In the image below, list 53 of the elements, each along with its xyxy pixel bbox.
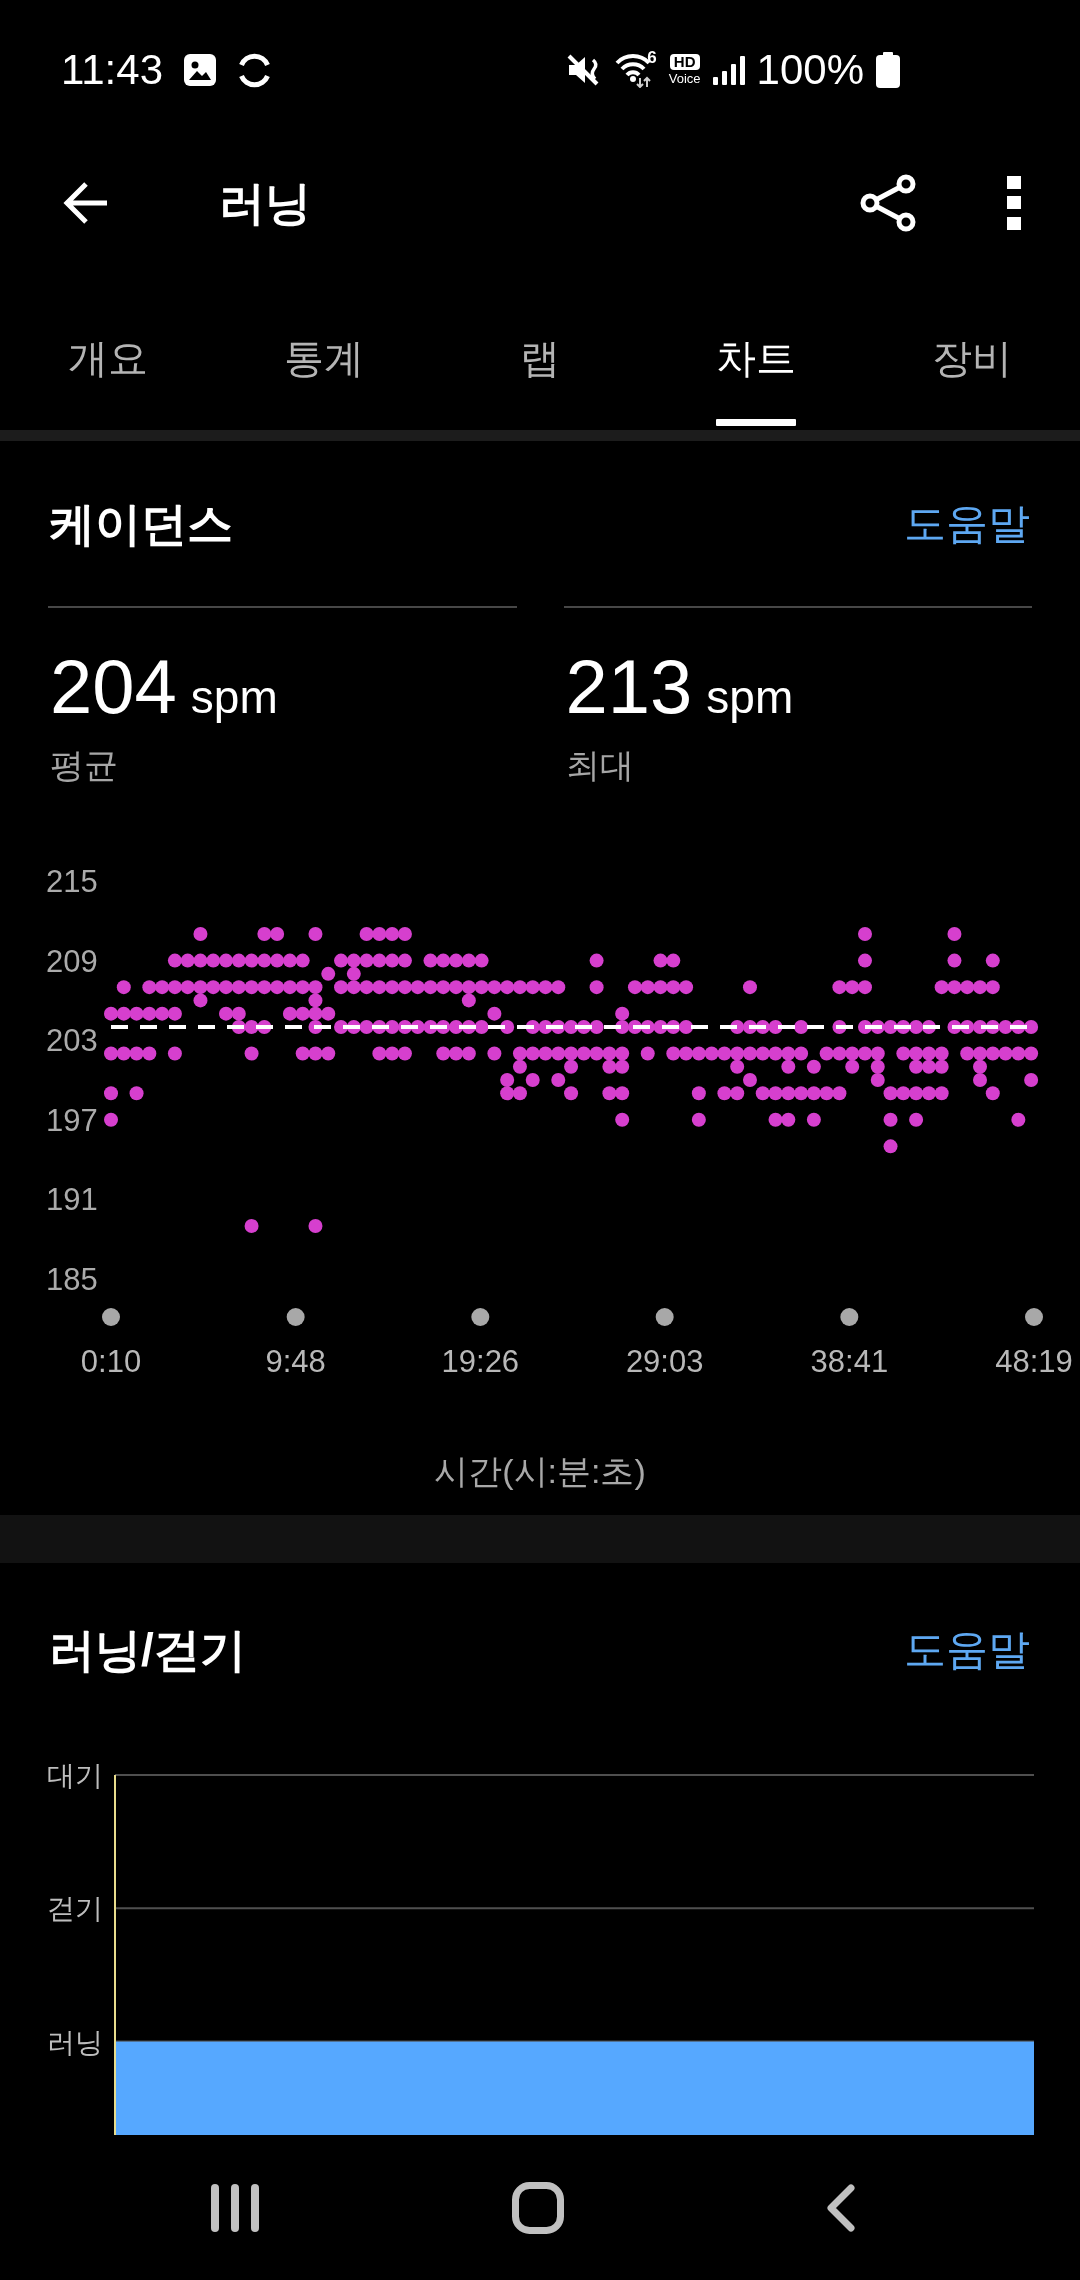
back-icon[interactable]: [825, 2183, 856, 2232]
tick-marker-icon: [286, 1308, 305, 1326]
back-arrow-icon[interactable]: [61, 180, 109, 226]
y-axis-label: 197: [46, 1102, 98, 1138]
y-axis-label: 185: [46, 1262, 98, 1297]
stat-label: 최대: [564, 745, 634, 786]
hd-label: HD: [669, 54, 700, 70]
y-axis-label: 209: [46, 943, 98, 979]
tab[interactable]: 랩: [432, 333, 648, 428]
battery-percent: 100%: [756, 46, 864, 94]
share-icon[interactable]: [860, 174, 916, 232]
stat-label: 평균: [49, 745, 118, 786]
help-link[interactable]: 도움말: [904, 498, 1030, 550]
y-axis-label: 대기: [47, 1760, 103, 1791]
wifi-standard-label: 6: [647, 49, 657, 66]
x-axis-label: 19:26: [441, 1344, 520, 1379]
stat-unit: spm: [706, 671, 794, 723]
home-icon[interactable]: [511, 2181, 564, 2234]
y-axis-label: 191: [46, 1182, 98, 1218]
section-title: 러닝/걷기: [49, 1624, 246, 1676]
tab[interactable]: 차트: [648, 333, 864, 428]
help-link[interactable]: 도움말: [904, 1624, 1030, 1676]
y-axis-label: 러닝: [47, 2026, 103, 2058]
battery-icon: [876, 52, 900, 88]
signal-icon: [712, 55, 745, 85]
tab[interactable]: 개요: [0, 333, 216, 428]
x-axis-label: 0:10: [80, 1344, 142, 1379]
axis-title: 시간(시:분:초): [434, 1451, 646, 1492]
tab[interactable]: 장비: [864, 333, 1080, 428]
recent-apps-icon[interactable]: [210, 2183, 259, 2232]
tick-marker-icon: [840, 1308, 859, 1326]
sync-icon: [237, 52, 272, 88]
tab[interactable]: 통계: [216, 333, 432, 428]
tick-marker-icon: [1025, 1308, 1043, 1326]
x-axis-label: 9:48: [265, 1344, 326, 1379]
tick-marker-icon: [102, 1308, 120, 1326]
status-time: 11:43: [61, 46, 163, 94]
voice-label: Voice: [668, 72, 701, 86]
section-title: 케이던스: [49, 498, 233, 550]
page-title: 러닝: [219, 176, 311, 231]
x-axis-label: 29:03: [625, 1344, 704, 1379]
y-axis-label: 215: [46, 864, 98, 899]
image-icon: [183, 53, 217, 87]
stat-value: 213: [564, 644, 693, 730]
y-axis-label: 203: [46, 1023, 98, 1059]
tick-marker-icon: [471, 1308, 490, 1326]
stat-value: 204: [49, 644, 177, 730]
y-axis-label: 걷기: [47, 1893, 103, 1925]
x-axis-label: 48:19: [995, 1344, 1073, 1379]
tick-marker-icon: [655, 1308, 674, 1326]
more-icon[interactable]: [1007, 176, 1021, 230]
stat-unit: spm: [190, 671, 278, 723]
x-axis-label: 38:41: [810, 1344, 889, 1379]
